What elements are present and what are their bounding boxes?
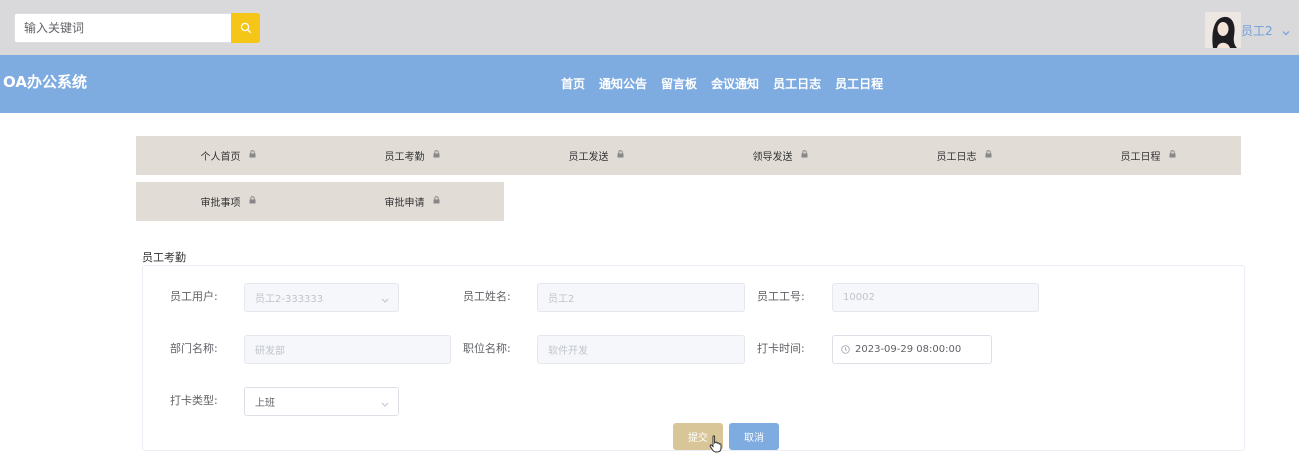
nav-menu: 首页 通知公告 留言板 会议通知 员工日志 员工日程	[561, 75, 897, 92]
name-field-value: 员工2	[548, 294, 575, 305]
main-nav: OA办公系统 首页 通知公告 留言板 会议通知 员工日志 员工日程	[0, 55, 1299, 113]
submenu-item-approval-items[interactable]: 审批事项	[136, 182, 320, 221]
submenu-item-staff-log[interactable]: 员工日志	[872, 136, 1056, 175]
chevron-down-icon[interactable]	[1282, 21, 1290, 40]
avatar[interactable]	[1205, 12, 1241, 48]
nav-item-home[interactable]: 首页	[561, 75, 585, 92]
name-label: 员工姓名:	[463, 290, 511, 303]
clock-time-picker[interactable]: 2023-09-29 08:00:00	[832, 335, 992, 364]
hand-cursor-icon	[709, 435, 723, 457]
search-icon	[240, 19, 252, 38]
number-label: 员工工号:	[757, 290, 805, 303]
submenu-item-label: 审批申请	[384, 198, 425, 209]
department-field[interactable]: 研发部	[244, 335, 451, 364]
submenu-item-attendance[interactable]: 员工考勤	[320, 136, 504, 175]
submenu-item-approval-request[interactable]: 审批申请	[320, 182, 504, 221]
user-select-value: 员工2-333333	[255, 294, 324, 305]
section-title: 员工考勤	[142, 251, 186, 264]
number-field[interactable]: 10002	[832, 283, 1039, 312]
position-field[interactable]: 软件开发	[537, 335, 745, 364]
lock-icon	[433, 150, 440, 161]
submenu-item-staff-send[interactable]: 员工发送	[504, 136, 688, 175]
clock-icon	[841, 345, 850, 354]
lock-icon	[249, 196, 256, 207]
nav-item-meetings[interactable]: 会议通知	[711, 75, 759, 92]
position-label: 职位名称:	[463, 342, 511, 355]
submenu-item-staff-schedule[interactable]: 员工日程	[1056, 136, 1240, 175]
lock-icon	[1169, 150, 1176, 161]
number-field-value: 10002	[843, 292, 875, 303]
position-field-value: 软件开发	[548, 346, 588, 357]
submenu-item-label: 员工日程	[1120, 152, 1161, 163]
lock-icon	[617, 150, 624, 161]
submenu-item-label: 审批事项	[200, 198, 241, 209]
lock-icon	[801, 150, 808, 161]
clock-type-value: 上班	[255, 398, 275, 409]
submenu-item-label: 领导发送	[752, 152, 793, 163]
submenu-item-label: 员工发送	[568, 152, 609, 163]
clock-type-select[interactable]: 上班	[244, 387, 399, 416]
lock-icon	[433, 196, 440, 207]
user-name[interactable]: 员工2	[1241, 22, 1273, 39]
name-field[interactable]: 员工2	[537, 283, 745, 312]
department-label: 部门名称:	[170, 342, 218, 355]
nav-item-message-board[interactable]: 留言板	[661, 75, 697, 92]
search-button[interactable]	[231, 13, 260, 43]
department-field-value: 研发部	[255, 346, 285, 357]
user-label: 员工用户:	[170, 290, 218, 303]
nav-item-staff-log[interactable]: 员工日志	[773, 75, 821, 92]
search-box	[14, 13, 260, 43]
clock-type-label: 打卡类型:	[170, 394, 218, 407]
search-input[interactable]	[14, 13, 231, 43]
lock-icon	[985, 150, 992, 161]
chevron-down-icon	[381, 295, 389, 306]
submenu-item-label: 个人首页	[200, 152, 241, 163]
cancel-button[interactable]: 取消	[729, 423, 779, 450]
user-select[interactable]: 员工2-333333	[244, 283, 399, 312]
submenu-item-label: 员工考勤	[384, 152, 425, 163]
submenu-item-personal-home[interactable]: 个人首页	[136, 136, 320, 175]
top-bar: 员工2	[0, 0, 1299, 55]
submenu-item-leader-send[interactable]: 领导发送	[688, 136, 872, 175]
submenu-row: 个人首页 员工考勤 员工发送 领导发送 员工日志 员工日程	[136, 136, 1241, 175]
nav-item-staff-schedule[interactable]: 员工日程	[835, 75, 883, 92]
nav-item-notices[interactable]: 通知公告	[599, 75, 647, 92]
clock-time-value: 2023-09-29 08:00:00	[855, 344, 962, 355]
submenu-row: 审批事项 审批申请	[136, 182, 504, 221]
clock-time-label: 打卡时间:	[757, 342, 805, 355]
app-title: OA办公系统	[3, 73, 87, 91]
chevron-down-icon	[381, 399, 389, 410]
submenu-item-label: 员工日志	[936, 152, 977, 163]
user-menu[interactable]: 员工2	[1205, 12, 1290, 48]
lock-icon	[249, 150, 256, 161]
